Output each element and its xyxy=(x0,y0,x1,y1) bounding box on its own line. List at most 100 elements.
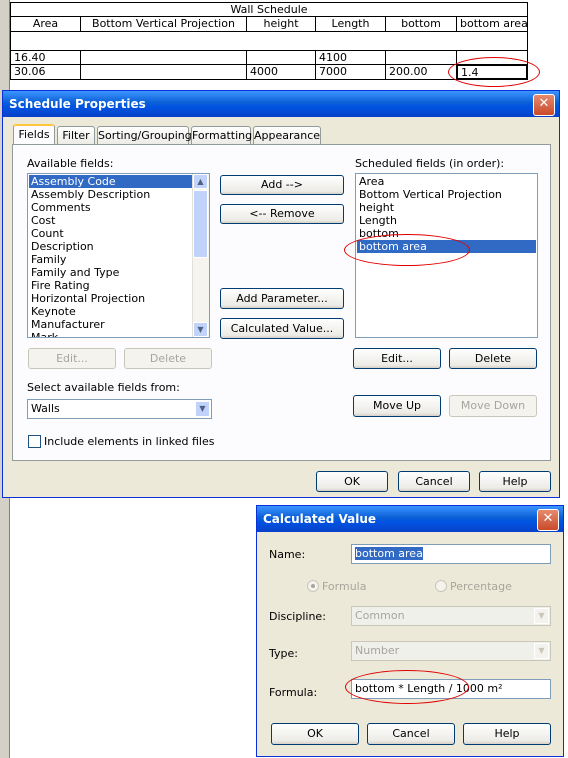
calculated-value-dialog: Calculated Value ✕ Name: bottom area For… xyxy=(256,505,564,757)
header-bottom-vertical-projection[interactable]: Bottom Vertical Projection xyxy=(80,16,247,32)
table-cell[interactable] xyxy=(456,50,528,65)
list-item[interactable]: Fire Rating xyxy=(29,279,192,292)
cancel-button[interactable]: Cancel xyxy=(367,723,455,745)
table-cell[interactable]: 4000 xyxy=(246,64,316,80)
list-item[interactable]: Assembly Description xyxy=(29,188,192,201)
help-button[interactable]: Help xyxy=(479,471,551,492)
list-item[interactable]: Comments xyxy=(29,201,192,214)
header-height[interactable]: height xyxy=(246,16,316,32)
name-field[interactable]: bottom area xyxy=(351,544,551,564)
delete-scheduled-button[interactable]: Delete xyxy=(449,348,537,369)
list-item[interactable]: Mark xyxy=(29,331,192,337)
percentage-radio-label: Percentage xyxy=(450,580,512,593)
tab-appearance[interactable]: Appearance xyxy=(253,126,321,144)
edit-scheduled-button[interactable]: Edit... xyxy=(353,348,441,369)
schedule-properties-titlebar[interactable]: Schedule Properties xyxy=(3,91,559,117)
calculated-value-button[interactable]: Calculated Value... xyxy=(220,318,344,339)
list-item[interactable]: Horizontal Projection xyxy=(29,292,192,305)
available-fields-list[interactable]: Assembly Code Assembly Description Comment… xyxy=(27,173,210,338)
cancel-button[interactable]: Cancel xyxy=(398,471,470,492)
header-length[interactable]: Length xyxy=(315,16,386,32)
add-field-button[interactable]: Add --> xyxy=(220,175,344,195)
list-item[interactable]: Count xyxy=(29,227,192,240)
tab-filter[interactable]: Filter xyxy=(57,126,95,144)
ok-button[interactable]: OK xyxy=(271,723,359,745)
schedule-title: Wall Schedule xyxy=(10,2,528,17)
schedule-properties-dialog: Schedule Properties ✕ Fields Filter Sort… xyxy=(2,90,560,498)
header-area[interactable]: Area xyxy=(10,16,81,32)
close-icon[interactable]: ✕ xyxy=(533,94,555,116)
list-item[interactable]: bottom xyxy=(357,227,536,240)
list-item[interactable]: Length xyxy=(357,214,536,227)
table-cell[interactable]: 7000 xyxy=(315,64,386,80)
dialog-title: Schedule Properties xyxy=(9,97,146,111)
table-cell[interactable]: 200.00 xyxy=(385,64,457,80)
table-cell[interactable]: 16.40 xyxy=(10,50,81,65)
scheduled-fields-list[interactable]: Area Bottom Vertical Projection height Leng… xyxy=(355,173,538,338)
list-item[interactable]: Family and Type xyxy=(29,266,192,279)
select-from-label: Select available fields from: xyxy=(27,381,180,394)
scroll-thumb[interactable] xyxy=(193,190,208,258)
chevron-down-icon[interactable]: ▼ xyxy=(534,608,549,624)
formula-field[interactable]: bottom * Length / 1000 m² xyxy=(351,679,551,699)
select-from-value: Walls xyxy=(31,402,60,415)
tab-sorting-grouping[interactable]: Sorting/Grouping xyxy=(97,126,192,144)
list-item[interactable]: Bottom Vertical Projection xyxy=(357,188,536,201)
delete-available-button[interactable]: Delete xyxy=(124,348,212,369)
percentage-radio[interactable] xyxy=(435,580,447,592)
calculated-value-titlebar[interactable]: Calculated Value xyxy=(257,506,563,532)
type-label: Type: xyxy=(269,647,298,660)
discipline-label: Discipline: xyxy=(269,610,326,623)
add-parameter-button[interactable]: Add Parameter... xyxy=(220,288,344,309)
table-cell[interactable] xyxy=(80,50,247,65)
formula-radio-label: Formula xyxy=(322,580,367,593)
scroll-up-icon[interactable]: ▲ xyxy=(193,174,208,189)
list-item[interactable]: Keynote xyxy=(29,305,192,318)
help-button[interactable]: Help xyxy=(463,723,551,745)
scroll-down-icon[interactable]: ▼ xyxy=(193,322,208,337)
tab-fields[interactable]: Fields xyxy=(13,124,55,144)
type-dropdown[interactable]: Number ▼ xyxy=(351,641,551,661)
remove-field-button[interactable]: <-- Remove xyxy=(220,204,344,224)
discipline-dropdown[interactable]: Common ▼ xyxy=(351,606,551,626)
list-item[interactable]: Assembly Code xyxy=(29,175,192,188)
wall-schedule-sheet: Wall Schedule Area Bottom Vertical Proje… xyxy=(10,0,530,88)
schedule-blank-row xyxy=(10,31,528,51)
ok-button[interactable]: OK xyxy=(316,471,388,492)
list-item[interactable]: height xyxy=(357,201,536,214)
list-item[interactable]: Cost xyxy=(29,214,192,227)
table-cell[interactable]: 30.06 xyxy=(10,64,81,80)
select-from-dropdown[interactable]: Walls ▼ xyxy=(27,399,212,419)
scheduled-fields-label: Scheduled fields (in order): xyxy=(355,157,505,170)
available-fields-scrollbar[interactable]: ▲ ▼ xyxy=(192,174,209,337)
list-item[interactable]: Manufacturer xyxy=(29,318,192,331)
edit-available-button[interactable]: Edit... xyxy=(28,348,116,369)
close-icon[interactable]: ✕ xyxy=(537,509,559,531)
tab-formatting[interactable]: Formatting xyxy=(191,126,252,144)
list-item[interactable]: Family xyxy=(29,253,192,266)
move-up-button[interactable]: Move Up xyxy=(353,395,441,417)
list-item[interactable]: Description xyxy=(29,240,192,253)
formula-radio[interactable] xyxy=(307,580,319,592)
table-cell[interactable] xyxy=(246,50,316,65)
include-linked-label: Include elements in linked files xyxy=(44,435,215,448)
table-cell[interactable] xyxy=(385,50,457,65)
list-item[interactable]: bottom area xyxy=(357,240,536,253)
header-bottom-area[interactable]: bottom area xyxy=(456,16,528,32)
fields-tab-panel: Available fields: Assembly Code Assembly … xyxy=(12,144,551,461)
header-bottom[interactable]: bottom xyxy=(385,16,457,32)
type-value: Number xyxy=(355,644,400,657)
include-linked-checkbox[interactable] xyxy=(28,435,41,448)
list-item[interactable]: Area xyxy=(357,175,536,188)
table-cell[interactable] xyxy=(80,64,247,80)
formula-value: bottom * Length / 1000 m² xyxy=(355,682,503,695)
table-cell[interactable]: 4100 xyxy=(315,50,386,65)
name-label: Name: xyxy=(269,548,306,561)
move-down-button[interactable]: Move Down xyxy=(449,395,537,417)
selected-table-cell[interactable]: 1.4 xyxy=(456,64,528,80)
name-value: bottom area xyxy=(355,547,423,560)
discipline-value: Common xyxy=(355,609,405,622)
chevron-down-icon[interactable]: ▼ xyxy=(534,643,549,659)
chevron-down-icon[interactable]: ▼ xyxy=(195,401,210,417)
formula-label: Formula: xyxy=(269,686,318,699)
